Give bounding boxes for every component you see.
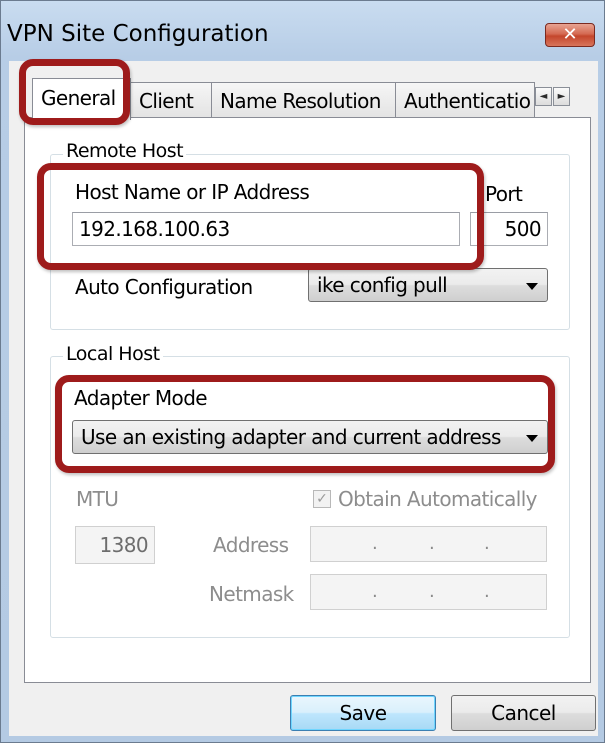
save-button[interactable]: Save (290, 695, 436, 731)
tab-authentication-label: Authenticatio (404, 89, 531, 113)
tab-scroll-left-button[interactable]: ◄ (535, 87, 552, 106)
adapter-mode-value: Use an existing adapter and current addr… (81, 425, 501, 449)
port-label: Port (485, 182, 523, 206)
port-input[interactable]: 500 (470, 212, 548, 246)
host-name-label: Host Name or IP Address (75, 180, 310, 204)
local-host-group-label: Local Host (63, 343, 163, 365)
title-bar[interactable]: VPN Site Configuration ✕ (1, 1, 604, 61)
auto-config-value: ike config pull (317, 273, 448, 297)
chevron-down-icon (526, 283, 538, 290)
tab-general[interactable]: General (32, 78, 131, 120)
ip-separator: . (429, 581, 435, 602)
cancel-button[interactable]: Cancel (451, 695, 596, 731)
address-ip-input[interactable]: . . . (310, 526, 547, 562)
obtain-automatically-checkbox[interactable]: ✓ (313, 490, 331, 508)
obtain-automatically-label: Obtain Automatically (338, 487, 538, 511)
tab-general-label: General (41, 86, 116, 110)
checkmark-icon: ✓ (316, 491, 328, 507)
mtu-input[interactable]: 1380 (75, 526, 155, 564)
tab-client[interactable]: Client (130, 82, 212, 118)
auto-config-select[interactable]: ike config pull (308, 268, 548, 302)
mtu-label: MTU (76, 487, 119, 511)
tab-client-label: Client (139, 89, 194, 113)
remote-host-group-label: Remote Host (63, 140, 187, 162)
host-name-input[interactable]: 192.168.100.63 (72, 212, 460, 246)
close-icon: ✕ (562, 24, 578, 45)
window-title: VPN Site Configuration (7, 21, 269, 47)
tab-name-resolution-label: Name Resolution (220, 89, 381, 113)
tab-scroll-right-button[interactable]: ► (553, 87, 570, 106)
address-label: Address (213, 533, 289, 557)
tab-name-resolution[interactable]: Name Resolution (211, 82, 396, 118)
ip-separator: . (372, 533, 378, 554)
tab-authentication[interactable]: Authenticatio (395, 82, 535, 118)
netmask-ip-input[interactable]: . . . (310, 574, 547, 610)
chevron-left-icon: ◄ (539, 91, 548, 102)
netmask-label: Netmask (209, 582, 294, 606)
ip-separator: . (484, 581, 490, 602)
close-button[interactable]: ✕ (545, 23, 595, 47)
ip-separator: . (429, 533, 435, 554)
adapter-mode-select[interactable]: Use an existing adapter and current addr… (72, 420, 548, 454)
ip-separator: . (372, 581, 378, 602)
chevron-down-icon (526, 435, 538, 442)
auto-config-label: Auto Configuration (75, 275, 253, 299)
chevron-right-icon: ► (557, 91, 566, 102)
ip-separator: . (484, 533, 490, 554)
adapter-mode-label: Adapter Mode (74, 386, 208, 410)
